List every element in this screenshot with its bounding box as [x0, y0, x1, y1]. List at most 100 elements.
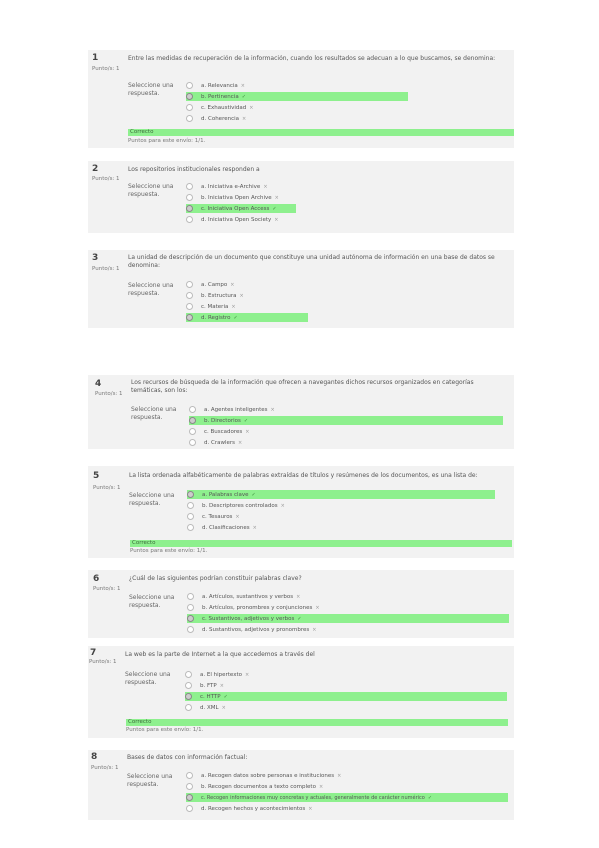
radio-button[interactable]	[186, 292, 193, 299]
option-label: c. Materia	[201, 303, 229, 310]
option-b[interactable]: b. Directorios ✓	[189, 416, 503, 425]
option-label: c. HTTP	[200, 693, 221, 700]
option-label: a. Iniciativa e-Archive	[201, 183, 261, 190]
radio-button[interactable]	[187, 513, 194, 520]
option-label: c. Sustantivos, adjetivos y verbos	[202, 615, 295, 622]
option-d[interactable]: d. Crawlers ×	[189, 438, 309, 447]
option-b[interactable]: b. Iniciativa Open Archive ×	[186, 193, 306, 202]
radio-button[interactable]	[187, 524, 194, 531]
option-b[interactable]: b. FTP ×	[185, 681, 305, 690]
radio-button[interactable]	[187, 615, 194, 622]
option-a[interactable]: a. Relevancia ×	[186, 81, 306, 90]
cross-icon: ×	[249, 104, 254, 111]
radio-button[interactable]	[186, 82, 193, 89]
radio-button[interactable]	[187, 604, 194, 611]
option-label: a. Palabras clave	[202, 491, 249, 498]
option-d[interactable]: d. Clasificaciones ×	[187, 523, 307, 532]
option-a[interactable]: a. Campo ×	[186, 280, 306, 289]
option-a[interactable]: a. Recogen datos sobre personas e instit…	[186, 771, 366, 780]
cross-icon: ×	[245, 671, 250, 678]
radio-button[interactable]	[186, 805, 193, 812]
radio-button[interactable]	[185, 693, 192, 700]
question-points: Punto/s: 1	[93, 586, 121, 592]
radio-button[interactable]	[186, 104, 193, 111]
option-d[interactable]: d. Recogen hechos y acontecimientos ×	[186, 804, 346, 813]
radio-button[interactable]	[189, 428, 196, 435]
option-label: b. Estructura	[201, 292, 237, 299]
radio-button[interactable]	[186, 93, 193, 100]
option-label: b. Artículos, pronombres y conjunciones	[202, 604, 313, 611]
radio-button[interactable]	[186, 281, 193, 288]
option-b[interactable]: b. Artículos, pronombres y conjunciones ×	[187, 603, 347, 612]
cross-icon: ×	[238, 439, 243, 446]
option-d[interactable]: d. Sustantivos, adjetivos y pronombres ×	[187, 625, 347, 634]
option-a[interactable]: a. Palabras clave ✓	[187, 490, 495, 499]
cross-icon: ×	[337, 772, 342, 779]
radio-button[interactable]	[187, 502, 194, 509]
option-a[interactable]: a. El hipertexto ×	[185, 670, 305, 679]
check-icon: ✓	[272, 205, 277, 212]
radio-button[interactable]	[186, 194, 193, 201]
option-d[interactable]: d. Iniciativa Open Society ×	[186, 215, 306, 224]
cross-icon: ×	[252, 524, 257, 531]
radio-button[interactable]	[186, 783, 193, 790]
radio-button[interactable]	[185, 704, 192, 711]
radio-button[interactable]	[186, 314, 193, 321]
cross-icon: ×	[242, 115, 247, 122]
question-number: 8	[91, 752, 98, 762]
option-c[interactable]: c. Exhaustividad ×	[186, 103, 306, 112]
option-label: a. Recogen datos sobre personas e instit…	[201, 772, 335, 779]
cross-icon: ×	[280, 502, 285, 509]
option-label: d. Iniciativa Open Society	[201, 216, 272, 223]
check-icon: ✓	[251, 491, 256, 498]
option-c[interactable]: c. Iniciativa Open Access ✓	[186, 204, 296, 213]
option-label: b. Pertinencia	[201, 93, 239, 100]
radio-button[interactable]	[186, 205, 193, 212]
radio-button[interactable]	[185, 671, 192, 678]
option-d[interactable]: d. Coherencia ×	[186, 114, 306, 123]
cross-icon: ×	[312, 626, 317, 633]
answer-prompt: Seleccione una respuesta.	[125, 671, 171, 687]
radio-button[interactable]	[186, 115, 193, 122]
radio-button[interactable]	[187, 593, 194, 600]
question-number: 6	[93, 574, 100, 584]
option-label: a. El hipertexto	[200, 671, 242, 678]
option-a[interactable]: a. Artículos, sustantivos y verbos ×	[187, 592, 337, 601]
option-b[interactable]: b. Descriptores controlados ×	[187, 501, 317, 510]
radio-button[interactable]	[186, 216, 193, 223]
option-c[interactable]: c. Sustantivos, adjetivos y verbos ✓	[187, 614, 509, 623]
cross-icon: ×	[221, 704, 226, 711]
radio-button[interactable]	[186, 183, 193, 190]
option-a[interactable]: a. Iniciativa e-Archive ×	[186, 182, 306, 191]
cross-icon: ×	[219, 682, 224, 689]
option-c[interactable]: c. Tesauros ×	[187, 512, 307, 521]
radio-button[interactable]	[187, 626, 194, 633]
question-points: Punto/s: 1	[95, 391, 123, 397]
radio-button[interactable]	[186, 794, 193, 801]
option-label: b. Directorios	[204, 417, 241, 424]
radio-button[interactable]	[189, 439, 196, 446]
option-a[interactable]: a. Agentes inteligentes ×	[189, 405, 309, 414]
option-b[interactable]: b. Pertinencia ✓	[186, 92, 408, 101]
cross-icon: ×	[296, 593, 301, 600]
radio-button[interactable]	[186, 772, 193, 779]
option-c[interactable]: c. HTTP ✓	[185, 692, 507, 701]
option-c[interactable]: c. Recogen informaciones muy concretas y…	[186, 793, 508, 802]
option-d[interactable]: d. Registro ✓	[186, 313, 308, 322]
radio-button[interactable]	[189, 406, 196, 413]
radio-button[interactable]	[185, 682, 192, 689]
check-icon: ✓	[223, 693, 228, 700]
cross-icon: ×	[308, 805, 313, 812]
question-number: 7	[90, 648, 97, 658]
option-label: d. Sustantivos, adjetivos y pronombres	[202, 626, 310, 633]
option-b[interactable]: b. Recogen documentos a texto completo ×	[186, 782, 356, 791]
radio-button[interactable]	[189, 417, 196, 424]
option-c[interactable]: c. Buscadores ×	[189, 427, 309, 436]
option-d[interactable]: d. XML ×	[185, 703, 305, 712]
feedback-correct: Correcto	[126, 719, 508, 726]
cross-icon: ×	[231, 303, 236, 310]
radio-button[interactable]	[186, 303, 193, 310]
radio-button[interactable]	[187, 491, 194, 498]
option-b[interactable]: b. Estructura ×	[186, 291, 306, 300]
option-c[interactable]: c. Materia ×	[186, 302, 306, 311]
